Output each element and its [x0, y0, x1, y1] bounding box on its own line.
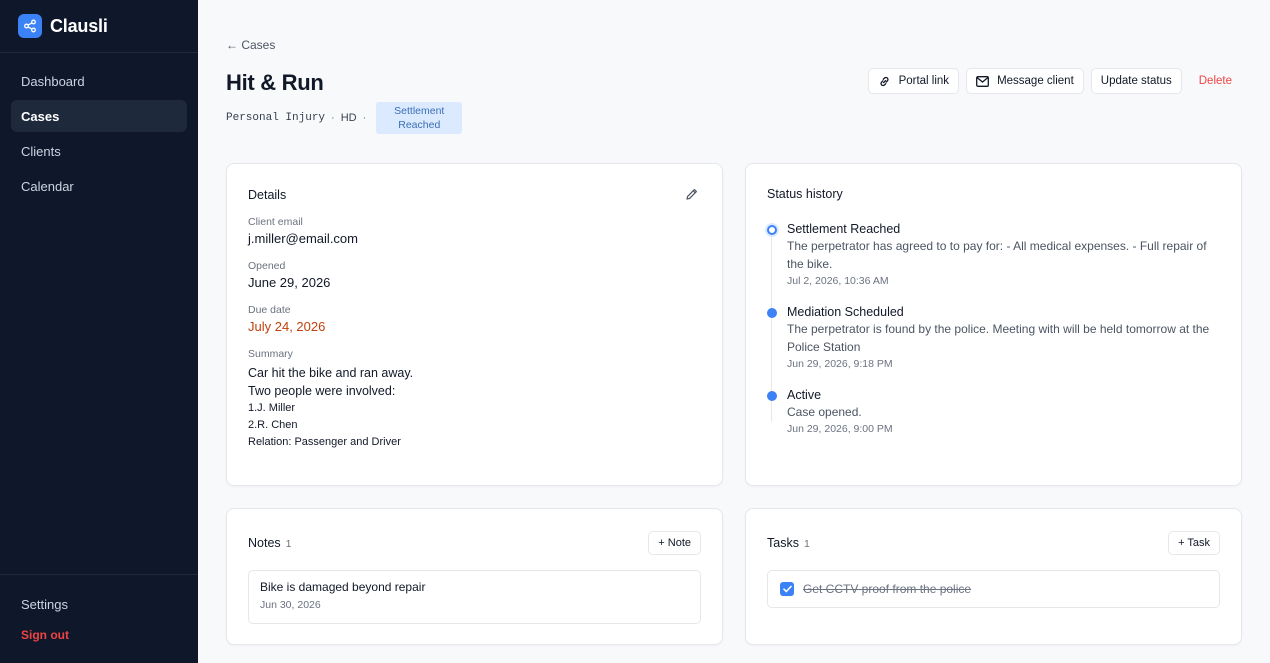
check-icon [782, 585, 792, 593]
current-status-dot [767, 225, 777, 235]
timeline-item: Active Case opened. Jun 29, 2026, 9:00 P… [767, 388, 1220, 435]
tasks-count: 1 [803, 538, 810, 550]
sidebar-footer: Settings Sign out [0, 574, 198, 663]
notes-title-wrap: Notes 1 [248, 536, 292, 550]
summary-label: Summary [248, 348, 293, 360]
page-title: Hit & Run [226, 70, 324, 95]
case-type: Personal Injury [226, 112, 326, 124]
mail-icon [976, 75, 990, 87]
status-history-title: Status history [767, 187, 843, 201]
summary-line: 2.R. Chen [248, 419, 298, 431]
timeline-item: Mediation Scheduled The perpetrator is f… [767, 305, 1220, 370]
link-icon [878, 75, 891, 88]
opened-date: June 29, 2026 [248, 275, 331, 290]
status-badge-line1: Settlement [394, 105, 445, 117]
client-email-label: Client email [248, 216, 303, 228]
timeline-time: Jul 2, 2026, 10:36 AM [787, 275, 889, 287]
task-checkbox[interactable] [780, 582, 794, 596]
details-card: Details Client email j.miller@email.com … [226, 163, 723, 486]
timeline-note: Case opened. [787, 405, 862, 419]
pencil-icon[interactable] [685, 188, 698, 206]
meta-separator: · [362, 112, 367, 124]
notes-card: Notes 1 + Note Bike is damaged beyond rep… [226, 508, 723, 645]
add-task-button[interactable]: + Task [1168, 531, 1220, 555]
timeline-time: Jun 29, 2026, 9:00 PM [787, 423, 893, 435]
nav-item-dashboard[interactable]: Dashboard [11, 65, 187, 97]
timeline-status: Settlement Reached [787, 222, 901, 236]
task-item: Get CCTV proof from the police [767, 570, 1220, 608]
sidebar: Clausli Dashboard Cases Clients Calendar… [0, 0, 198, 663]
client-email: j.miller@email.com [248, 231, 358, 246]
add-note-button[interactable]: + Note [648, 531, 701, 555]
task-text: Get CCTV proof from the police [803, 582, 972, 596]
notes-title: Notes [248, 536, 281, 550]
status-dot [767, 308, 777, 318]
summary-line: Relation: Passenger and Driver [248, 436, 401, 448]
opened-label: Opened [248, 260, 286, 272]
notes-header: Notes 1 + Note [248, 509, 701, 577]
notes-count: 1 [285, 538, 292, 550]
settings-link[interactable]: Settings [21, 597, 177, 612]
summary: Car hit the bike and ran away. Two peopl… [248, 364, 701, 451]
case-meta: Personal Injury · HD · Settlement Reache… [226, 102, 463, 134]
nav-item-clients[interactable]: Clients [11, 135, 187, 167]
details-title: Details [248, 188, 287, 202]
timeline-time: Jun 29, 2026, 9:18 PM [787, 358, 893, 370]
timeline-note: The perpetrator is found by the police. … [787, 322, 1210, 354]
timeline-note: The perpetrator has agreed to to pay for… [787, 239, 1207, 271]
status-history-card: Status history Settlement Reached The pe… [745, 163, 1242, 486]
timeline-item: Settlement Reached The perpetrator has a… [767, 222, 1220, 287]
portal-link-button[interactable]: Portal link [867, 68, 960, 94]
brand[interactable]: Clausli [0, 0, 198, 53]
back-to-cases-link[interactable]: ← Cases [226, 38, 275, 52]
timeline-status: Active [787, 388, 822, 402]
tasks-card: Tasks 1 + Task Get CCTV proof from the po… [745, 508, 1242, 645]
note-item[interactable]: Bike is damaged beyond repair Jun 30, 20… [248, 570, 701, 624]
case-actions: Portal link Message client Update status… [861, 68, 1242, 94]
note-text: Bike is damaged beyond repair [260, 580, 426, 594]
message-client-label: Message client [997, 75, 1074, 87]
meta-separator: · [331, 112, 335, 124]
tasks-title-wrap: Tasks 1 [767, 536, 810, 550]
message-client-button[interactable]: Message client [966, 68, 1084, 94]
timeline-status: Mediation Scheduled [787, 305, 904, 319]
update-status-button[interactable]: Update status [1090, 68, 1182, 94]
sign-out-link[interactable]: Sign out [21, 628, 177, 642]
status-badge-line2: Reached [398, 119, 441, 131]
delete-button[interactable]: Delete [1189, 68, 1242, 94]
due-date-label: Due date [248, 304, 291, 316]
tasks-header: Tasks 1 + Task [767, 509, 1220, 577]
summary-line: Two people were involved: [248, 384, 396, 398]
status-dot [767, 391, 777, 401]
nav: Dashboard Cases Clients Calendar [0, 53, 198, 202]
summary-line: Car hit the bike and ran away. [248, 366, 414, 380]
summary-line: 1.J. Miller [248, 402, 296, 414]
brand-name: Clausli [50, 15, 108, 36]
due-date: July 24, 2026 [248, 319, 326, 334]
main-content: ← Cases Hit & Run Personal Injury · HD ·… [198, 0, 1270, 663]
timeline: Settlement Reached The perpetrator has a… [767, 222, 1220, 435]
status-badge: Settlement Reached [376, 102, 463, 134]
note-date: Jun 30, 2026 [260, 599, 321, 611]
portal-link-label: Portal link [898, 75, 950, 87]
nav-item-calendar[interactable]: Calendar [11, 170, 187, 202]
case-initials: HD [340, 112, 357, 124]
nav-item-cases[interactable]: Cases [11, 100, 187, 132]
tasks-title: Tasks [767, 536, 799, 550]
share-icon [18, 14, 42, 38]
